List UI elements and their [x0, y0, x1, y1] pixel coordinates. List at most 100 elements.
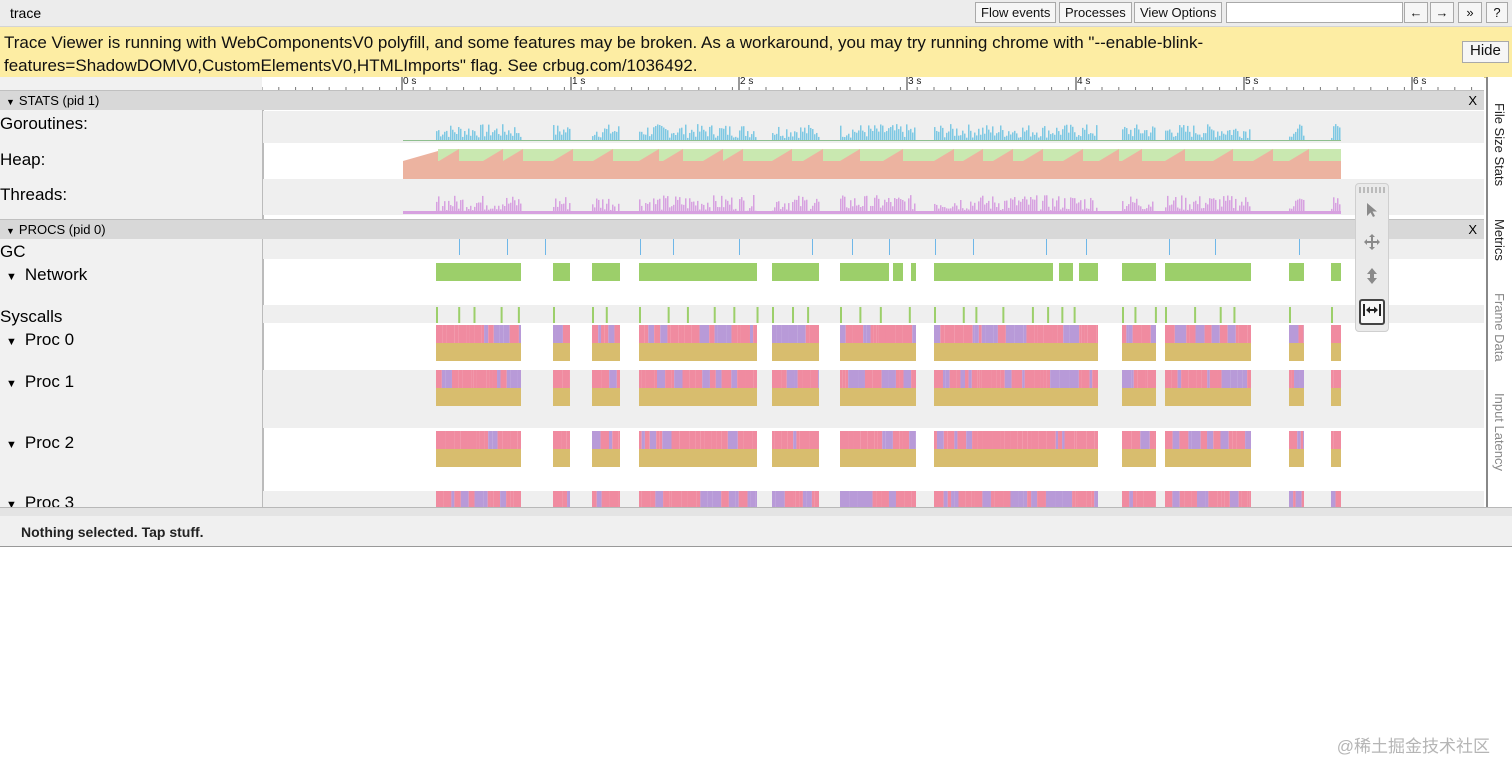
stats-counter-tracks[interactable] — [263, 111, 1484, 217]
metrics-tab[interactable]: Metrics — [1492, 219, 1507, 261]
proc3-goroutine-slice — [1249, 491, 1251, 507]
help-button[interactable]: ? — [1486, 2, 1508, 23]
syscall-event — [1154, 307, 1157, 323]
proc1-goroutine-slice — [445, 370, 452, 388]
goroutine-spike — [1068, 132, 1070, 141]
goroutine-spike — [1245, 131, 1247, 141]
view-options-button[interactable]: View Options — [1134, 2, 1223, 23]
prev-result-button[interactable]: ← — [1404, 2, 1428, 23]
proc2-goroutine-slice — [954, 431, 958, 449]
goroutine-spike — [610, 133, 612, 141]
proc0-goroutine-slice — [466, 325, 470, 343]
close-procs-process-button[interactable]: X — [1468, 220, 1477, 239]
goroutine-spike — [1074, 132, 1076, 141]
proc2-label[interactable]: ▼ Proc 2 — [6, 433, 74, 453]
syscall-event — [517, 307, 520, 323]
proc1-goroutine-slice — [715, 370, 722, 388]
frame-data-tab[interactable]: Frame Data — [1492, 293, 1507, 362]
heap-ramp — [403, 151, 438, 161]
goroutine-spike — [950, 124, 952, 141]
goroutine-spike — [816, 132, 818, 141]
proc2-goroutine-slice — [1086, 431, 1095, 449]
close-stats-process-button[interactable]: X — [1468, 91, 1477, 110]
proc2-goroutine-slice — [1228, 431, 1233, 449]
collapse-triangle-icon[interactable]: ▼ — [6, 222, 15, 241]
proc1-goroutine-slice — [899, 370, 904, 388]
drag-handle-icon[interactable] — [1359, 187, 1385, 193]
flow-events-button[interactable]: Flow events — [975, 2, 1057, 23]
proc1-goroutine-slice — [436, 370, 442, 388]
proc1-goroutine-slice — [1014, 370, 1023, 388]
proc0-label[interactable]: ▼ Proc 0 — [6, 330, 74, 350]
more-button[interactable]: » — [1458, 2, 1482, 23]
proc2-syscall-slice — [592, 449, 620, 467]
collapse-triangle-icon[interactable]: ▼ — [6, 93, 15, 112]
proc2-goroutine-slice — [899, 431, 903, 449]
proc3-goroutine-slice — [784, 491, 794, 507]
ruler-ticks — [262, 77, 1473, 91]
proc1-goroutine-slice — [592, 370, 602, 388]
proc1-goroutine-slice — [1024, 370, 1035, 388]
goroutine-spike — [659, 125, 661, 141]
goroutine-spike — [616, 131, 618, 141]
proc0-goroutine-slice — [1227, 325, 1236, 343]
goroutine-spike — [1092, 133, 1094, 141]
hide-warning-button[interactable]: Hide — [1462, 41, 1509, 63]
network-slice — [592, 263, 620, 281]
proc-slice-tracks[interactable] — [263, 239, 1484, 507]
processes-button[interactable]: Processes — [1059, 2, 1132, 23]
goroutine-spike — [1187, 125, 1189, 141]
proc2-goroutine-slice — [639, 431, 642, 449]
proc0-goroutine-slice — [809, 325, 819, 343]
input-latency-tab[interactable]: Input Latency — [1492, 393, 1507, 471]
stats-process-header[interactable]: ▼ STATS (pid 1) X — [0, 90, 1484, 110]
proc3-label[interactable]: ▼ Proc 3 — [6, 493, 74, 507]
proc0-goroutine-slice — [1331, 325, 1338, 343]
proc0-goroutine-slice — [442, 325, 447, 343]
proc0-goroutine-slice — [454, 325, 459, 343]
proc1-goroutine-slice — [1230, 370, 1238, 388]
expand-triangle-icon[interactable]: ▼ — [6, 499, 17, 507]
syscall-event — [962, 307, 965, 323]
timing-tool-icon[interactable] — [1359, 299, 1385, 325]
file-size-stats-tab[interactable]: File Size Stats — [1492, 103, 1507, 186]
proc1-goroutine-slice — [1122, 370, 1132, 388]
gc-event — [507, 239, 508, 255]
goroutine-spike — [992, 126, 994, 141]
proc2-goroutine-slice — [877, 431, 883, 449]
proc1-goroutine-slice — [1050, 370, 1060, 388]
proc1-goroutine-slice — [486, 370, 490, 388]
expand-triangle-icon[interactable]: ▼ — [6, 378, 17, 390]
procs-process-header[interactable]: ▼ PROCS (pid 0) X — [0, 219, 1484, 239]
proc0-goroutine-slice — [1238, 325, 1248, 343]
proc1-goroutine-slice — [517, 370, 521, 388]
goroutine-spike — [1152, 126, 1154, 141]
goroutine-spike — [884, 132, 886, 141]
proc3-goroutine-slice — [712, 491, 722, 507]
proc1-goroutine-slice — [1331, 370, 1334, 388]
proc2-goroutine-slice — [497, 431, 503, 449]
search-input[interactable] — [1226, 2, 1403, 23]
proc0-goroutine-slice — [670, 325, 679, 343]
zoom-tool-icon[interactable] — [1359, 267, 1385, 293]
mouse-mode-selector[interactable] — [1355, 183, 1389, 332]
proc0-syscall-slice — [772, 343, 819, 361]
network-label[interactable]: ▼ Network — [6, 265, 87, 285]
expand-triangle-icon[interactable]: ▼ — [6, 336, 17, 348]
proc3-goroutine-slice — [1295, 491, 1302, 507]
proc1-goroutine-slice — [745, 370, 754, 388]
timeline-view[interactable]: 0 s 1 s 2 s 3 s 4 s 5 s 6 s ▼ STATS (pid … — [0, 77, 1484, 507]
expand-triangle-icon[interactable]: ▼ — [6, 271, 17, 283]
proc0-goroutine-slice — [797, 325, 806, 343]
proc2-goroutine-slice — [1046, 431, 1056, 449]
pan-tool-icon[interactable] — [1359, 233, 1385, 259]
expand-triangle-icon[interactable]: ▼ — [6, 439, 17, 451]
proc3-goroutine-slice — [1247, 491, 1250, 507]
proc3-goroutine-slice — [904, 491, 912, 507]
select-tool-icon[interactable] — [1359, 200, 1385, 226]
proc3-goroutine-slice — [1191, 491, 1197, 507]
next-result-button[interactable]: → — [1430, 2, 1454, 23]
goroutine-spike — [890, 126, 892, 141]
goroutine-spike — [614, 131, 616, 141]
proc1-label[interactable]: ▼ Proc 1 — [6, 372, 74, 392]
